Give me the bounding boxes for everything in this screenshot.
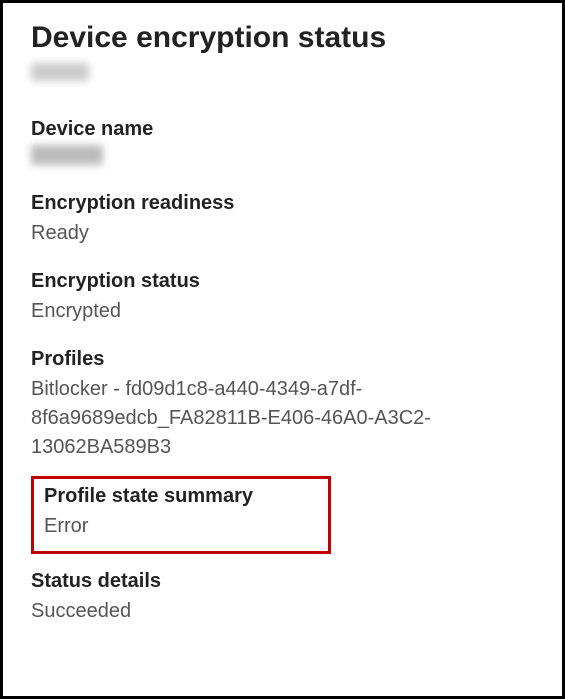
encryption-readiness-label: Encryption readiness — [31, 192, 534, 215]
encryption-readiness-value: Ready — [31, 219, 534, 248]
highlight-box: Profile state summary Error — [31, 476, 331, 554]
field-profiles: Profiles Bitlocker - fd09d1c8-a440-4349-… — [31, 348, 534, 462]
page-title: Device encryption status — [31, 21, 534, 55]
profile-state-summary-value: Error — [44, 512, 318, 541]
field-encryption-status: Encryption status Encrypted — [31, 270, 534, 326]
field-encryption-readiness: Encryption readiness Ready — [31, 192, 534, 248]
field-device-name: Device name — [31, 118, 534, 170]
profiles-label: Profiles — [31, 348, 534, 371]
profile-state-summary-label: Profile state summary — [44, 485, 318, 508]
field-status-details: Status details Succeeded — [31, 570, 534, 626]
profiles-value: Bitlocker - fd09d1c8-a440-4349-a7df-8f6a… — [31, 375, 534, 462]
device-encryption-panel: Device encryption status Device name Enc… — [0, 0, 565, 699]
status-details-value: Succeeded — [31, 597, 534, 626]
status-details-label: Status details — [31, 570, 534, 593]
device-name-value-redacted — [31, 145, 103, 165]
redacted-subtitle — [31, 63, 89, 81]
encryption-status-label: Encryption status — [31, 270, 534, 293]
encryption-status-value: Encrypted — [31, 297, 534, 326]
device-name-label: Device name — [31, 118, 534, 141]
